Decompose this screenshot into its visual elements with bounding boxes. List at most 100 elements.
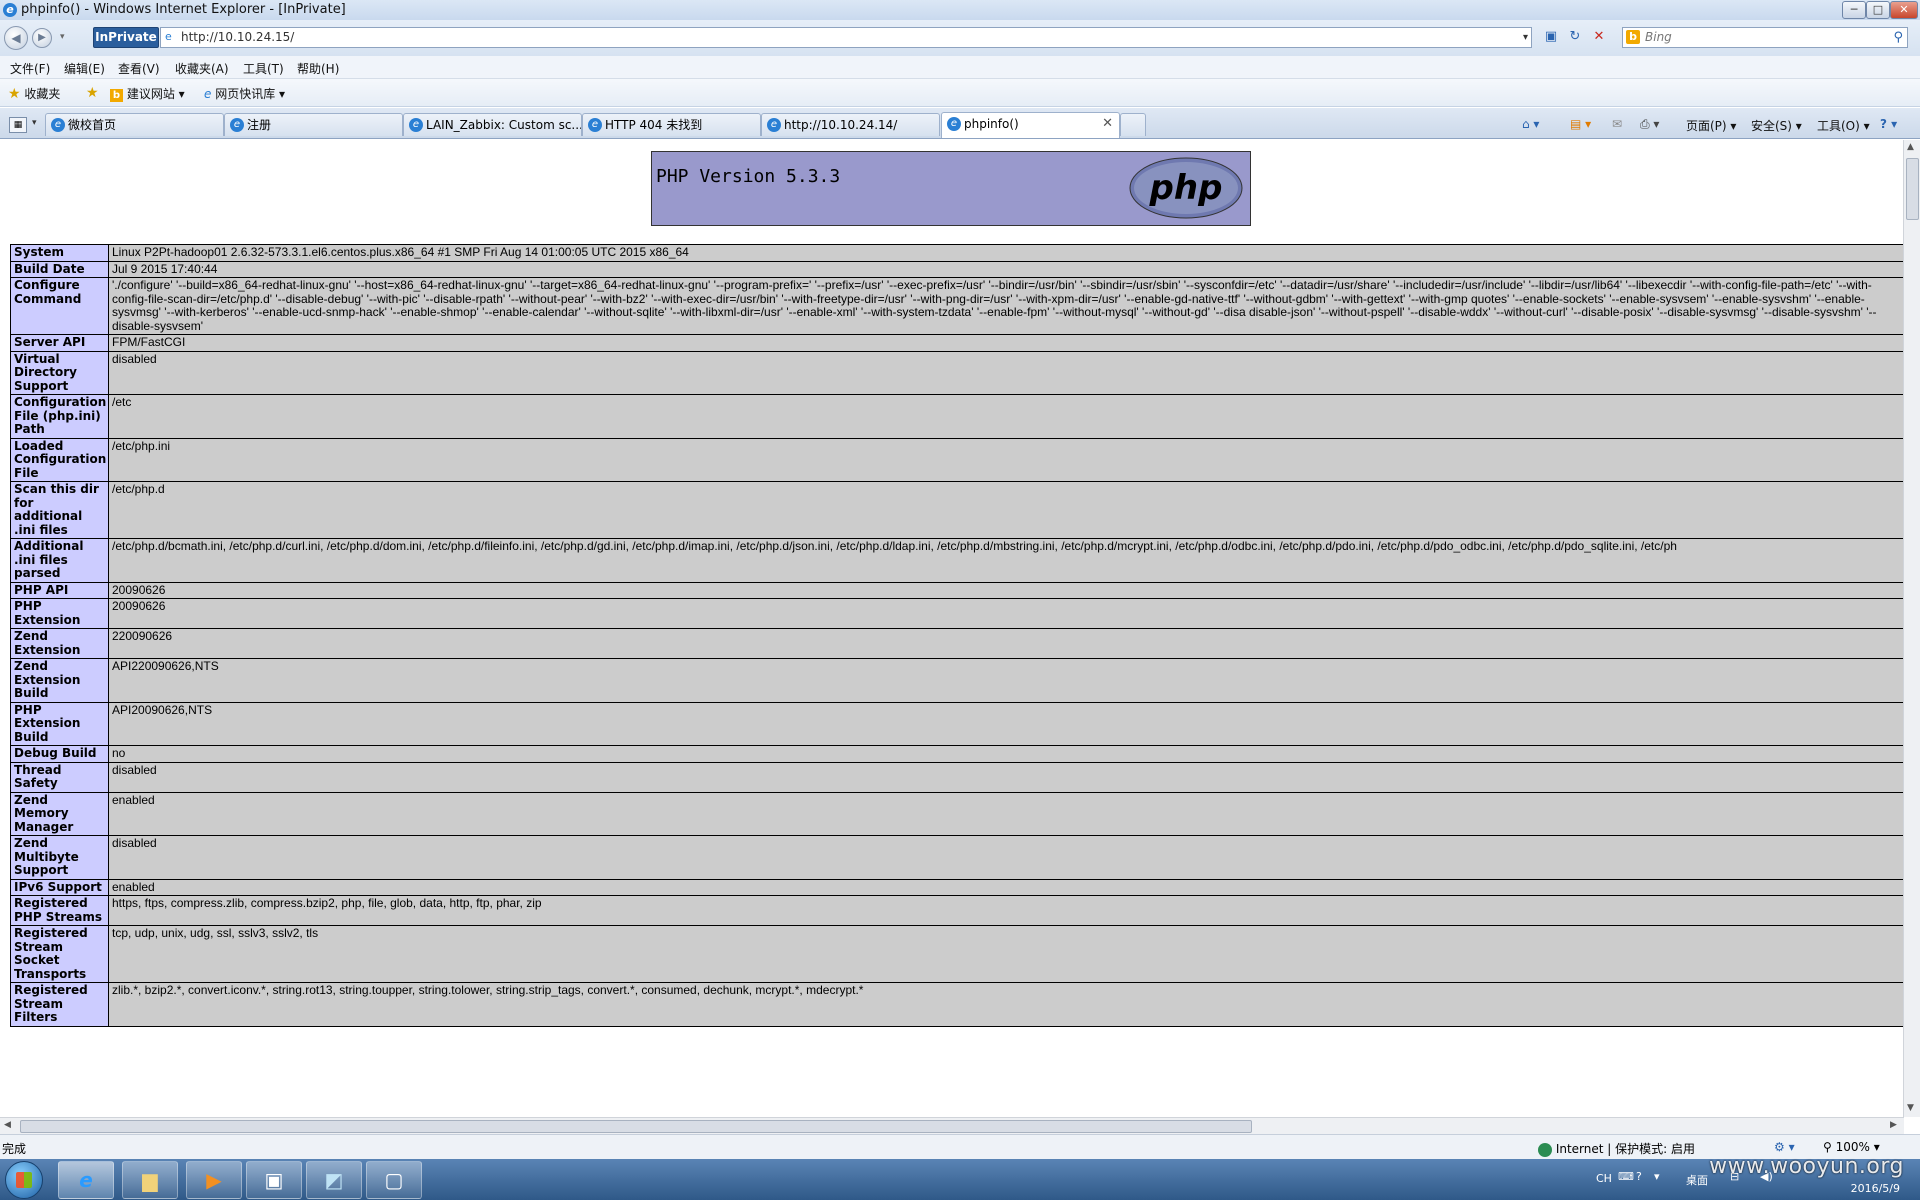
taskbar-explorer-button[interactable]: ▆ bbox=[122, 1161, 178, 1199]
search-field[interactable]: b Bing ⚲ bbox=[1622, 27, 1908, 48]
close-tab-icon[interactable]: ✕ bbox=[1102, 113, 1113, 135]
tab-1[interactable]: e 注册 bbox=[224, 113, 403, 136]
favorites-button[interactable]: ★ 收藏夹 bbox=[8, 85, 60, 102]
url-dropdown-icon[interactable]: ▾ bbox=[1523, 28, 1528, 47]
menu-file[interactable]: 文件(F) bbox=[10, 60, 50, 77]
safety-menu[interactable]: 安全(S) ▾ bbox=[1751, 117, 1802, 134]
taskbar: e ▆ ▶ ▣ ◩ ▢ CH ⌨ ? ▾ 桌面 ⊟ ◀) 2016/5/9 bbox=[0, 1159, 1920, 1200]
info-row: PHP API 20090626 bbox=[10, 581, 1904, 599]
tab-0[interactable]: e 微校首页 bbox=[45, 113, 224, 136]
close-window-button[interactable]: ✕ bbox=[1890, 1, 1918, 19]
web-slice-gallery-link[interactable]: e 网页快讯库 ▾ bbox=[204, 85, 285, 102]
taskbar-console-button[interactable]: ▢ bbox=[366, 1161, 422, 1199]
info-row: Loaded Configuration File/etc/php.ini bbox=[10, 437, 1904, 482]
info-value: disabled bbox=[108, 761, 1904, 793]
info-key: Additional .ini files parsed bbox=[10, 538, 109, 583]
print-icon[interactable]: ⎙ ▾ bbox=[1640, 117, 1659, 132]
add-favorites-icon[interactable]: ★ bbox=[86, 85, 99, 101]
feeds-icon[interactable]: ▤ ▾ bbox=[1570, 117, 1591, 131]
tray-date[interactable]: 2016/5/9 bbox=[1851, 1182, 1900, 1195]
address-bar-row: ◀ ▶ ▾ InPrivate e http://10.10.24.15/ ▾ … bbox=[0, 20, 1920, 56]
tray-expand-icon[interactable]: ▾ bbox=[1654, 1170, 1660, 1183]
info-key: Registered Stream Socket Transports bbox=[10, 925, 109, 983]
info-key: Registered Stream Filters bbox=[10, 982, 109, 1027]
ie-page-icon: e bbox=[947, 117, 961, 131]
back-button[interactable]: ◀ bbox=[4, 26, 28, 50]
info-row: Configure Command './configure' '--build=… bbox=[10, 277, 1904, 335]
tab-label: 注册 bbox=[247, 118, 272, 132]
page-menu[interactable]: 页面(P) ▾ bbox=[1686, 117, 1736, 134]
vertical-scroll-thumb[interactable] bbox=[1906, 158, 1919, 220]
zoom-level[interactable]: ⚲ 100% ▾ bbox=[1823, 1140, 1880, 1154]
ie-page-icon: e bbox=[51, 118, 65, 132]
security-zone[interactable]: Internet | 保护模式: 启用 bbox=[1538, 1140, 1695, 1157]
tab-4[interactable]: e http://10.10.24.14/ bbox=[761, 113, 940, 136]
url-input[interactable]: http://10.10.24.15/ bbox=[181, 28, 294, 47]
info-key: IPv6 Support bbox=[10, 878, 109, 896]
tab-label: http://10.10.24.14/ bbox=[784, 118, 898, 132]
vertical-scrollbar[interactable]: ▲ ▼ bbox=[1903, 140, 1920, 1117]
tray-language[interactable]: CH bbox=[1596, 1172, 1612, 1185]
horizontal-scrollbar[interactable]: ◀ ▶ bbox=[0, 1117, 1904, 1134]
suggested-sites-link[interactable]: b 建议网站 ▾ bbox=[110, 85, 185, 102]
php-version-header: PHP Version 5.3.3 php bbox=[651, 151, 1251, 226]
tab-3[interactable]: e HTTP 404 未找到 bbox=[582, 113, 761, 136]
taskbar-ie-button[interactable]: e bbox=[58, 1161, 114, 1199]
tab-2[interactable]: e LAIN_Zabbix: Custom sc... bbox=[403, 113, 582, 136]
mail-icon[interactable]: ✉ bbox=[1612, 117, 1622, 131]
ie-icon: e bbox=[3, 3, 17, 17]
maximize-button[interactable]: □ bbox=[1866, 1, 1890, 19]
search-icon[interactable]: ⚲ bbox=[1893, 28, 1903, 47]
start-button[interactable] bbox=[5, 1161, 43, 1199]
stop-icon[interactable]: ✕ bbox=[1590, 28, 1608, 46]
info-row: Zend Memory Manager enabled bbox=[10, 791, 1904, 836]
info-value: 20090626 bbox=[108, 598, 1904, 629]
info-value: no bbox=[108, 745, 1904, 763]
menu-favorites[interactable]: 收藏夹(A) bbox=[175, 60, 229, 77]
menu-edit[interactable]: 编辑(E) bbox=[64, 60, 105, 77]
info-key: Configuration File (php.ini) Path bbox=[10, 394, 109, 439]
scroll-down-icon[interactable]: ▼ bbox=[1907, 1103, 1914, 1113]
menu-help[interactable]: 帮助(H) bbox=[297, 60, 339, 77]
info-row: Configuration File (php.ini) Path/etc bbox=[10, 394, 1904, 439]
minimize-button[interactable]: ─ bbox=[1842, 1, 1866, 19]
php-info-table: System Linux P2Pt-hadoop01 2.6.32-573.3.1… bbox=[10, 244, 1904, 1027]
scroll-up-icon[interactable]: ▲ bbox=[1907, 142, 1914, 152]
url-field[interactable]: e http://10.10.24.15/ ▾ bbox=[160, 27, 1532, 48]
scroll-right-icon[interactable]: ▶ bbox=[1890, 1120, 1897, 1130]
keyboard-icon[interactable]: ⌨ bbox=[1618, 1170, 1634, 1183]
menu-bar: 文件(F) 编辑(E) 查看(V) 收藏夹(A) 工具(T) 帮助(H) bbox=[0, 56, 1920, 79]
protected-mode-icon[interactable]: ⚙ ▾ bbox=[1774, 1140, 1795, 1154]
taskbar-remote-desktop-button[interactable]: ▣ bbox=[246, 1161, 302, 1199]
info-key: Server API bbox=[10, 334, 109, 352]
help-icon[interactable]: ? bbox=[1636, 1170, 1642, 1183]
scroll-left-icon[interactable]: ◀ bbox=[4, 1120, 11, 1130]
search-input[interactable]: Bing bbox=[1645, 28, 1672, 47]
horizontal-scroll-thumb[interactable] bbox=[20, 1120, 1252, 1133]
tab-5-active[interactable]: e phpinfo() ✕ bbox=[941, 112, 1120, 138]
taskbar-media-player-button[interactable]: ▶ bbox=[186, 1161, 242, 1199]
home-icon[interactable]: ⌂ ▾ bbox=[1522, 117, 1539, 131]
tab-bar: ▦ ▾ e 微校首页 e 注册 e LAIN_Zabbix: Custom sc… bbox=[0, 108, 1920, 139]
taskbar-app-button[interactable]: ◩ bbox=[306, 1161, 362, 1199]
php-logo: php bbox=[1129, 157, 1243, 219]
menu-tools[interactable]: 工具(T) bbox=[243, 60, 284, 77]
quick-tabs-icon[interactable]: ▦ bbox=[9, 117, 27, 133]
windows-logo-icon bbox=[16, 1172, 32, 1188]
tab-list-dropdown-icon[interactable]: ▾ bbox=[32, 118, 37, 128]
folder-icon: ▆ bbox=[142, 1168, 158, 1192]
info-value: FPM/FastCGI bbox=[108, 334, 1904, 352]
help-menu[interactable]: ? ▾ bbox=[1880, 117, 1897, 131]
history-dropdown-icon[interactable]: ▾ bbox=[60, 32, 65, 42]
forward-button[interactable]: ▶ bbox=[32, 28, 52, 48]
new-tab-button[interactable] bbox=[1120, 113, 1146, 136]
info-value: disabled bbox=[108, 835, 1904, 880]
refresh-icon[interactable]: ↻ bbox=[1566, 28, 1584, 46]
info-value: Jul 9 2015 17:40:44 bbox=[108, 260, 1904, 278]
info-value: /etc/php.ini bbox=[108, 437, 1904, 482]
tools-menu[interactable]: 工具(O) ▾ bbox=[1817, 117, 1870, 134]
tray-desktop[interactable]: 桌面 bbox=[1686, 1172, 1708, 1188]
bing-icon: b bbox=[1626, 30, 1640, 44]
menu-view[interactable]: 查看(V) bbox=[118, 60, 160, 77]
compat-view-icon[interactable]: ▣ bbox=[1542, 28, 1560, 46]
